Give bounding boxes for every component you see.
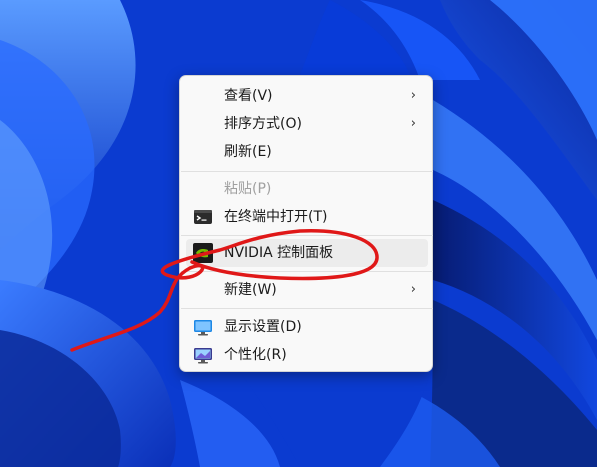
menu-item-open-in-terminal[interactable]: 在终端中打开(T): [186, 203, 428, 231]
menu-item-new[interactable]: 新建(W) ›: [186, 276, 428, 304]
menu-separator: [181, 308, 433, 309]
menu-separator: [181, 271, 433, 272]
menu-item-view[interactable]: 查看(V) ›: [186, 82, 428, 110]
terminal-icon: [193, 207, 213, 227]
menu-item-nvidia-control-panel-label: NVIDIA 控制面板: [224, 245, 334, 261]
menu-item-open-in-terminal-label: 在终端中打开(T): [224, 209, 328, 225]
desktop-context-menu: 查看(V) › 排序方式(O) › 刷新(E) 粘贴(P) 在终端中打开(T): [179, 75, 433, 372]
display-settings-icon: [193, 317, 213, 337]
menu-item-personalize[interactable]: 个性化(R): [186, 341, 428, 369]
menu-item-paste[interactable]: 粘贴(P): [186, 175, 428, 203]
nvidia-icon: [193, 243, 213, 263]
chevron-right-icon: ›: [410, 116, 416, 131]
menu-item-personalize-label: 个性化(R): [224, 347, 287, 363]
menu-item-refresh[interactable]: 刷新(E): [186, 138, 428, 166]
menu-item-refresh-label: 刷新(E): [224, 144, 272, 160]
menu-item-sort-by[interactable]: 排序方式(O) ›: [186, 110, 428, 138]
desktop[interactable]: 查看(V) › 排序方式(O) › 刷新(E) 粘贴(P) 在终端中打开(T): [0, 0, 597, 467]
menu-separator: [181, 171, 433, 172]
menu-item-new-label: 新建(W): [224, 282, 277, 298]
personalize-icon: [193, 345, 213, 365]
menu-item-display-settings[interactable]: 显示设置(D): [186, 313, 428, 341]
menu-item-display-settings-label: 显示设置(D): [224, 319, 302, 335]
menu-item-view-label: 查看(V): [224, 88, 273, 104]
menu-item-nvidia-control-panel[interactable]: NVIDIA 控制面板: [186, 239, 428, 267]
menu-separator: [181, 235, 433, 236]
chevron-right-icon: ›: [410, 282, 416, 297]
menu-item-sort-by-label: 排序方式(O): [224, 116, 302, 132]
chevron-right-icon: ›: [410, 88, 416, 103]
menu-item-paste-label: 粘贴(P): [224, 181, 272, 197]
